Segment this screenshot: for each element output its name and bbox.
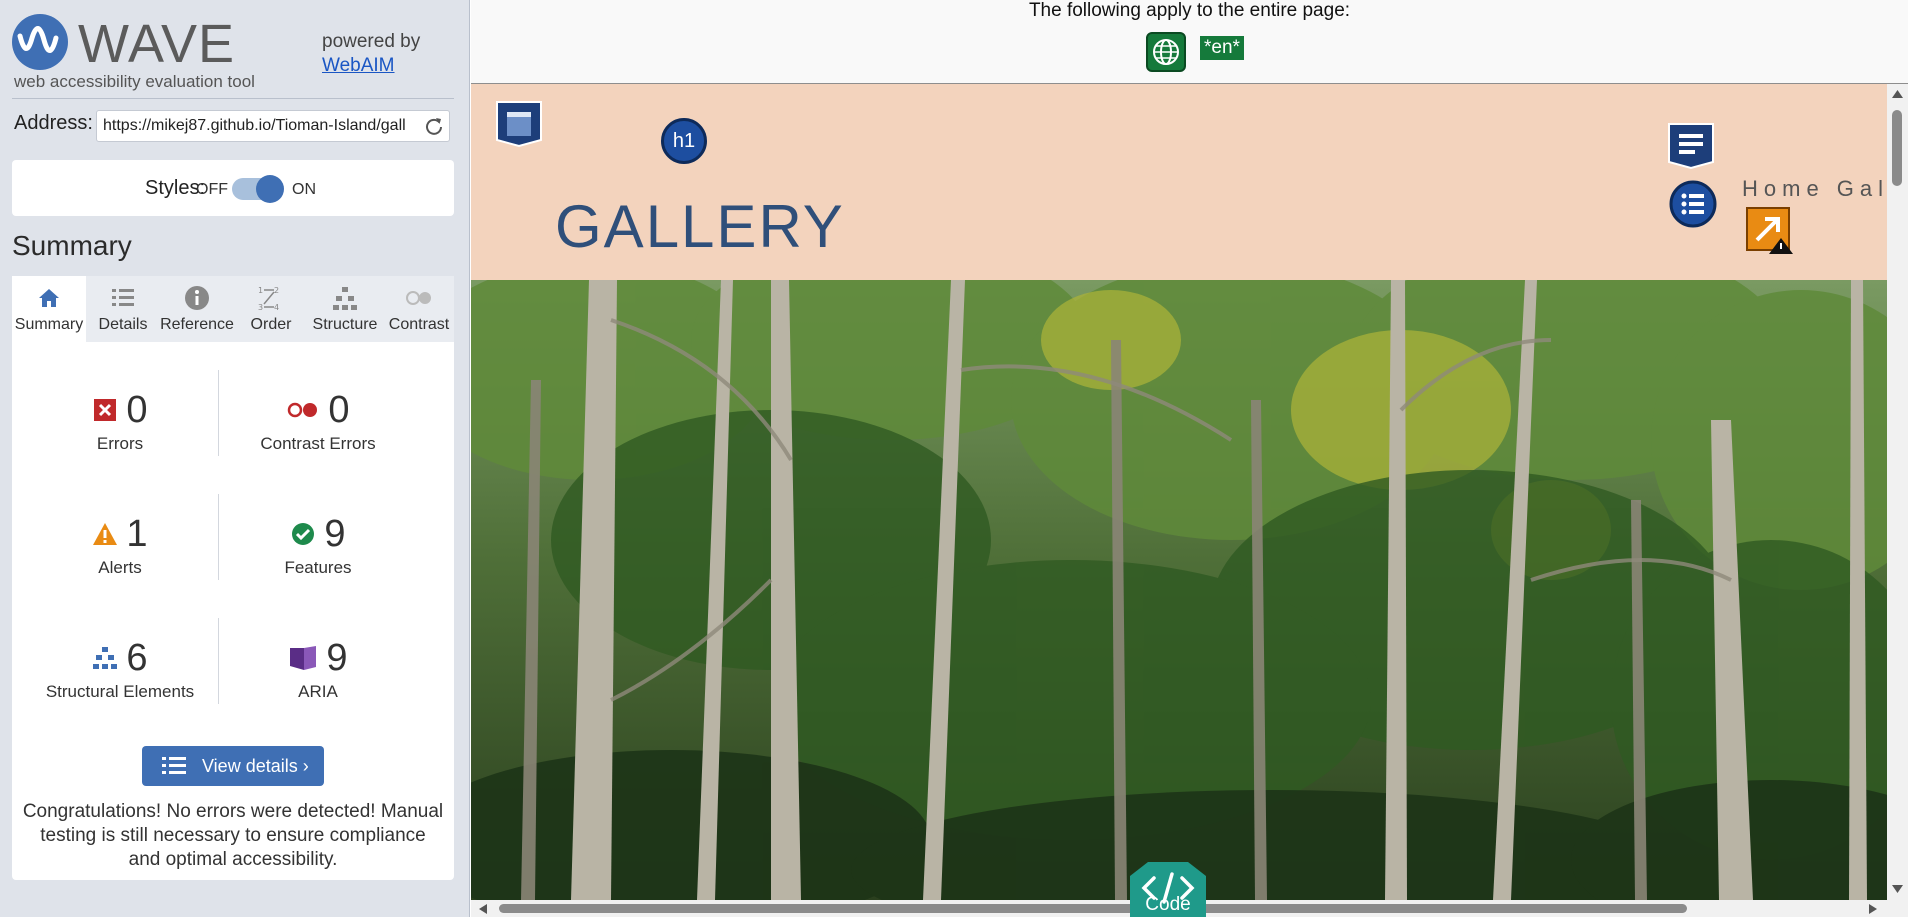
styles-toggle-panel: Styles: OFF ON — [12, 160, 454, 216]
summary-heading: Summary — [12, 230, 132, 261]
tab-label: Order — [250, 316, 292, 333]
styles-toggle[interactable] — [232, 175, 284, 203]
metric-features[interactable]: 9 Features — [218, 512, 418, 578]
tab-summary[interactable]: Summary — [12, 276, 86, 342]
styles-off-label: OFF — [196, 181, 228, 198]
page-level-note: The following apply to the entire page: — [1028, 0, 1351, 21]
feature-check-icon — [292, 523, 315, 545]
panel-tabs: Summary Details Reference 1 2 3 4 Order Str… — [12, 276, 454, 342]
scroll-down-arrow-icon[interactable] — [1892, 885, 1903, 893]
wave-logo-icon — [12, 14, 68, 70]
language-badge[interactable]: *en* — [1200, 36, 1244, 60]
tab-contrast[interactable]: Contrast — [382, 276, 456, 342]
svg-text:3: 3 — [258, 303, 263, 312]
metric-structural-elements[interactable]: 6 Structural Elements — [20, 636, 220, 702]
powered-by-text: powered by — [322, 31, 421, 52]
list-structure-icon[interactable] — [1669, 180, 1717, 228]
aria-count: 9 — [326, 637, 348, 679]
metric-aria[interactable]: 9 ARIA — [218, 636, 418, 702]
list-icon — [162, 757, 186, 774]
page-heading: GALLERY — [555, 193, 845, 260]
summary-panel: 0 Errors 0 Contrast Errors 1 Alerts 9 Fe… — [12, 342, 454, 880]
contrast-icon — [406, 291, 431, 305]
tab-details[interactable]: Details — [86, 276, 160, 342]
svg-text:1: 1 — [258, 286, 263, 295]
svg-text:4: 4 — [274, 303, 279, 312]
header-landmark-icon[interactable] — [493, 98, 545, 150]
features-count: 9 — [324, 513, 346, 555]
scroll-left-arrow-icon[interactable] — [479, 904, 487, 914]
logo-word: WAVE — [78, 14, 236, 74]
view-details-label: View details › — [202, 756, 309, 776]
error-icon — [94, 399, 117, 421]
aria-label: ARIA — [298, 682, 338, 701]
horizontal-scrollbar-thumb[interactable] — [499, 904, 1687, 913]
svg-text:2: 2 — [274, 286, 279, 295]
toggle-knob — [256, 175, 284, 203]
errors-count: 0 — [126, 389, 148, 431]
view-details-button[interactable]: View details › — [142, 746, 324, 786]
errors-label: Errors — [96, 434, 144, 453]
tab-structure[interactable]: Structure — [308, 276, 382, 342]
site-header: h1 GALLERY Home Gal — [471, 84, 1887, 280]
order-icon: 1 2 3 4 — [258, 286, 279, 312]
redundant-link-alert-icon[interactable] — [1745, 206, 1795, 256]
language-feature-icon[interactable] — [1146, 32, 1186, 72]
home-icon — [39, 289, 59, 307]
tab-label: Summary — [14, 316, 84, 333]
features-label: Features — [284, 558, 352, 577]
scroll-up-arrow-icon[interactable] — [1892, 90, 1903, 98]
tab-reference[interactable]: Reference — [160, 276, 234, 342]
site-nav-links[interactable]: Home Gal — [1742, 176, 1889, 202]
structure-icon — [93, 647, 118, 669]
page-level-panel: The following apply to the entire page: … — [471, 0, 1908, 84]
h1-heading-icon[interactable]: h1 — [661, 118, 707, 164]
contrast-errors-label: Contrast Errors — [260, 434, 376, 453]
alerts-count: 1 — [126, 513, 148, 555]
wave-logo: WAVE web accessibility evaluation tool p… — [12, 14, 452, 94]
structural-label: Structural Elements — [45, 682, 195, 701]
alert-icon — [93, 523, 118, 545]
code-panel-toggle[interactable]: Code — [1112, 860, 1224, 917]
powered-by: powered by WebAIM — [322, 30, 420, 78]
styles-on-label: ON — [292, 181, 316, 198]
structure-icon — [333, 287, 357, 310]
congrats-message: Congratulations! No errors were detected… — [22, 801, 444, 870]
alerts-label: Alerts — [98, 558, 142, 577]
code-tab-label: Code — [1145, 894, 1191, 915]
logo-tagline: web accessibility evaluation tool — [14, 72, 255, 91]
scroll-right-arrow-icon[interactable] — [1869, 904, 1877, 914]
tab-order[interactable]: 1 2 3 4 Order — [234, 276, 308, 342]
info-icon — [185, 286, 209, 310]
aria-icon — [290, 646, 317, 670]
contrast-error-icon — [288, 402, 318, 418]
navigation-landmark-icon[interactable] — [1665, 120, 1717, 172]
metric-errors[interactable]: 0 Errors — [20, 388, 220, 454]
contrast-errors-count: 0 — [328, 389, 350, 431]
metric-alerts[interactable]: 1 Alerts — [20, 512, 220, 578]
evaluated-page: The following apply to the entire page: … — [471, 0, 1908, 917]
vertical-scrollbar[interactable] — [1887, 84, 1908, 900]
structural-count: 6 — [126, 637, 148, 679]
tab-label: Contrast — [388, 316, 450, 333]
tab-label: Details — [98, 316, 148, 333]
globe-icon — [1153, 39, 1179, 65]
webaim-link[interactable]: WebAIM — [322, 54, 420, 78]
metric-contrast-errors[interactable]: 0 Contrast Errors — [218, 388, 418, 454]
refresh-icon[interactable] — [424, 116, 444, 136]
tab-label: Reference — [160, 316, 234, 333]
vertical-scrollbar-thumb[interactable] — [1892, 110, 1902, 186]
address-label: Address: — [14, 112, 93, 134]
wave-sidebar: WAVE web accessibility evaluation tool p… — [0, 0, 470, 917]
address-input[interactable]: https://mikej87.github.io/Tioman-Island/… — [96, 110, 450, 142]
tab-label: Structure — [312, 316, 378, 333]
forest-image — [471, 280, 1887, 900]
divider — [12, 98, 454, 99]
hero-image-forest — [471, 280, 1887, 900]
list-icon — [112, 289, 134, 306]
